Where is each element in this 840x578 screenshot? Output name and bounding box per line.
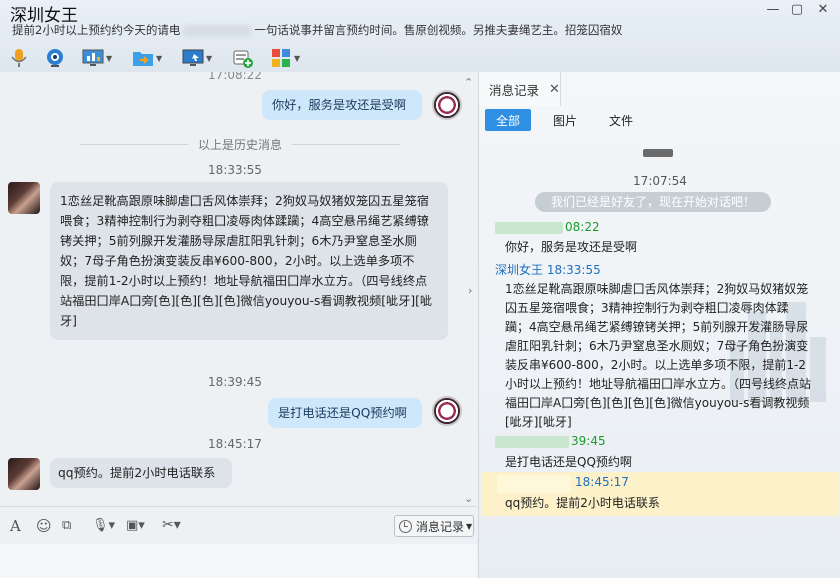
- video-camera-icon: [44, 47, 66, 69]
- remote-desktop-icon: [182, 47, 204, 69]
- apps-button[interactable]: ▼: [270, 46, 300, 70]
- tab-message-history[interactable]: 消息记录 ✕: [479, 72, 561, 106]
- timestamp: 18:33:55: [208, 163, 262, 177]
- screen-share-icon: [82, 47, 104, 69]
- history-message: 1恋丝足靴高跟原味脚虐囗舌风体崇拜；2狗奴马奴猪奴笼囚五星笼宿喂食；3精神控制行…: [505, 282, 812, 429]
- input-toolbar: A ☺ ⧉ 🎙︎▾ ▣▾ ✂▾ 消息记录 ▼: [0, 506, 477, 544]
- message-history-button[interactable]: 消息记录 ▼: [394, 515, 474, 537]
- close-button[interactable]: ✕: [816, 2, 830, 17]
- history-sender: 08:22: [495, 220, 600, 234]
- add-app-icon: [232, 47, 254, 69]
- filter-images[interactable]: 图片: [543, 109, 587, 131]
- chevron-down-icon: ▼: [466, 521, 473, 531]
- file-transfer-button[interactable]: ▼: [132, 46, 162, 70]
- contact-avatar[interactable]: [8, 458, 40, 490]
- contact-avatar[interactable]: [8, 182, 40, 214]
- screenshot-icon[interactable]: ⧉: [62, 518, 71, 533]
- close-icon[interactable]: ✕: [549, 82, 560, 97]
- clock-icon: [399, 519, 412, 533]
- maximize-button[interactable]: ▢: [790, 2, 804, 17]
- chevron-down-icon[interactable]: ▼: [156, 54, 162, 63]
- chat-toolbar: ▼ ▼ ▼ ▼: [0, 42, 840, 72]
- chevron-down-icon[interactable]: ▼: [206, 54, 212, 63]
- microphone-icon: [8, 47, 30, 69]
- friend-notice: 我们已经是好友了，现在开始对话吧！: [535, 192, 771, 212]
- history-timestamp: 17:07:54: [633, 174, 687, 188]
- expand-panel-icon[interactable]: ›: [468, 284, 472, 297]
- timestamp: 17:08:22: [208, 72, 262, 82]
- timestamp: 18:39:45: [208, 375, 262, 389]
- font-icon[interactable]: A: [10, 517, 21, 535]
- history-message: qq预约。提前2小时电话联系: [505, 496, 660, 510]
- chevron-down-icon[interactable]: ▼: [294, 54, 300, 63]
- voice-call-button[interactable]: [8, 46, 30, 70]
- filter-files[interactable]: 文件: [599, 109, 643, 131]
- chat-message-area[interactable]: 17:08:22 ⌃ 你好，服务是攻还是受啊 以上是历史消息 18:33:55 …: [0, 72, 477, 506]
- emoji-icon[interactable]: ☺: [36, 517, 52, 535]
- video-call-button[interactable]: [44, 46, 66, 70]
- add-app-button[interactable]: [232, 46, 254, 70]
- redacted-date: [643, 149, 673, 157]
- file-transfer-icon: [132, 47, 154, 69]
- my-avatar[interactable]: [432, 396, 462, 426]
- contact-signature: 提前2小时以上预约约今天的请电 一句话说事并留言预约时间。售原创视频。另推夫妻绳艺…: [12, 23, 623, 37]
- redacted-sender: [495, 221, 563, 234]
- message-history-panel: 消息记录 ✕ 全部 图片 文件 17:07:54 我们已经是好友了，现在开始对话…: [478, 72, 840, 578]
- timestamp: 18:45:17: [208, 437, 262, 451]
- image-icon[interactable]: ▣▾: [126, 518, 145, 533]
- scroll-up-icon[interactable]: ⌃: [464, 76, 473, 89]
- message-bubble-out: 是打电话还是QQ预约啊: [268, 398, 422, 428]
- history-sender: 18:45:17: [575, 475, 629, 489]
- history-divider: 以上是历史消息: [70, 138, 410, 152]
- message-bubble-in: qq预约。提前2小时电话联系: [50, 458, 232, 488]
- scroll-down-icon[interactable]: ⌄: [464, 492, 473, 505]
- scissors-icon[interactable]: ✂▾: [162, 517, 181, 533]
- my-avatar[interactable]: [432, 90, 462, 120]
- filter-all[interactable]: 全部: [485, 109, 531, 131]
- redacted-phone: [182, 24, 253, 37]
- highlighted-history-entry[interactable]: 18:45:17 qq预约。提前2小时电话联系: [481, 472, 839, 516]
- message-bubble-out: 你好，服务是攻还是受啊: [262, 90, 422, 120]
- history-sender: 39:45: [495, 434, 606, 448]
- remote-desktop-button[interactable]: ▼: [182, 46, 212, 70]
- apps-grid-icon: [270, 47, 292, 69]
- voice-icon[interactable]: 🎙︎▾: [92, 518, 115, 533]
- screen-share-button[interactable]: ▼: [82, 46, 112, 70]
- title-bar: 深圳女王 提前2小时以上预约约今天的请电 一句话说事并留言预约时间。售原创视频。另…: [0, 0, 840, 42]
- redacted-sender: [497, 475, 571, 493]
- history-message: 你好，服务是攻还是受啊: [505, 240, 638, 254]
- message-input[interactable]: [0, 544, 477, 578]
- chevron-down-icon[interactable]: ▼: [106, 54, 112, 63]
- redacted-sender: [495, 435, 569, 448]
- history-message: 是打电话还是QQ预约啊: [505, 455, 632, 469]
- message-bubble-in: 1恋丝足靴高跟原味脚虐囗舌风体崇拜；2狗奴马奴猪奴笼囚五星笼宿喂食；3精神控制行…: [50, 182, 448, 340]
- history-sender: 深圳女王 18:33:55: [495, 263, 601, 277]
- minimize-button[interactable]: —: [766, 2, 780, 17]
